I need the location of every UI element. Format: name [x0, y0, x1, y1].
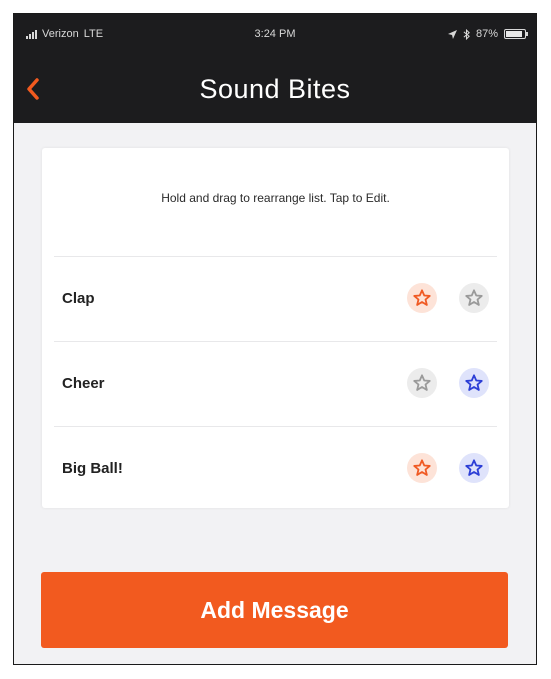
list-item-label: Clap [62, 290, 95, 307]
instructions-text: Hold and drag to rearrange list. Tap to … [161, 191, 390, 205]
list-item-cheer[interactable]: Cheer [54, 341, 497, 426]
location-icon [447, 29, 457, 39]
status-indicators: 87% [447, 28, 528, 40]
star-icon[interactable] [459, 368, 489, 398]
app-screen: Verizon LTE 3:24 PM 87% Sound Bites Hold… [13, 13, 537, 665]
star-icon[interactable] [459, 283, 489, 313]
star-icon[interactable] [407, 453, 437, 483]
bluetooth-icon [463, 28, 470, 40]
sound-bites-card: Hold and drag to rearrange list. Tap to … [42, 148, 509, 508]
star-icon[interactable] [407, 283, 437, 313]
list-item-label: Cheer [62, 375, 105, 392]
list-item-label: Big Ball! [62, 460, 123, 477]
battery-percent: 87% [475, 28, 498, 40]
navigation-header: Verizon LTE 3:24 PM 87% Sound Bites [14, 14, 536, 123]
status-bar: Verizon LTE 3:24 PM 87% [14, 14, 536, 54]
page-title: Sound Bites [199, 74, 351, 104]
star-icon[interactable] [459, 453, 489, 483]
list-item-clap[interactable]: Clap [54, 256, 497, 341]
list-item-big-ball[interactable]: Big Ball! [54, 426, 497, 511]
add-message-button[interactable]: Add Message [41, 572, 508, 648]
battery-icon [504, 29, 528, 39]
star-icon[interactable] [407, 368, 437, 398]
